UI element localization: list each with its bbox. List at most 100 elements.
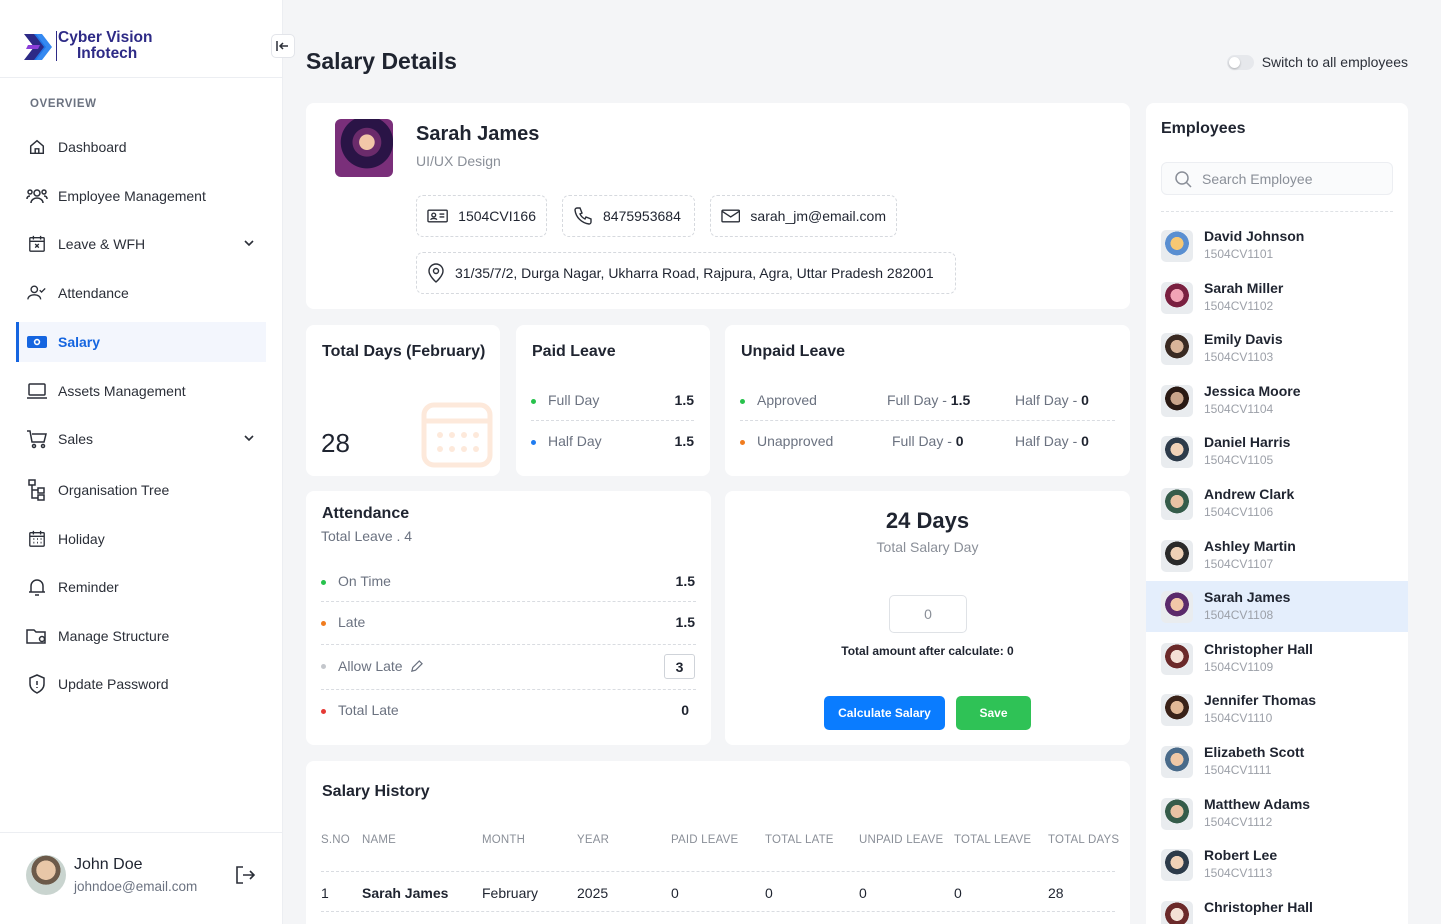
sidebar-item-sales[interactable]: Sales bbox=[16, 419, 266, 459]
edit-pencil-icon[interactable] bbox=[410, 659, 423, 673]
avatar bbox=[1161, 797, 1193, 830]
avatar bbox=[1161, 539, 1193, 572]
employee-list-item[interactable]: Jessica Moore 1504CV1104 bbox=[1146, 375, 1408, 426]
calculate-salary-button[interactable]: Calculate Salary bbox=[824, 696, 945, 730]
profile-role: UI/UX Design bbox=[416, 153, 501, 169]
on-time-label: On Time bbox=[321, 573, 391, 589]
employee-list-item[interactable]: Elizabeth Scott 1504CV1111 bbox=[1146, 736, 1408, 787]
sidebar-item-dashboard[interactable]: Dashboard bbox=[16, 127, 266, 167]
employee-list-item[interactable]: Andrew Clark 1504CV1106 bbox=[1146, 478, 1408, 529]
employee-id: 1504CV1104 bbox=[1204, 401, 1274, 416]
chevron-down-icon[interactable] bbox=[242, 431, 256, 445]
employee-list-item[interactable]: Robert Lee 1504CV1113 bbox=[1146, 839, 1408, 890]
user-profile: John Doe johndoe@email.com bbox=[0, 832, 283, 924]
employee-list-item[interactable]: Sarah Miller 1504CV1102 bbox=[1146, 272, 1408, 323]
employee-id: 1504CV1102 bbox=[1204, 298, 1274, 313]
avatar bbox=[1161, 281, 1193, 314]
switch-all-employees[interactable]: Switch to all employees bbox=[1226, 54, 1408, 70]
total-days-value: 28 bbox=[321, 428, 350, 458]
total-days-title: Total Days (February) bbox=[322, 343, 486, 360]
unpaid-leave-title: Unpaid Leave bbox=[741, 343, 846, 360]
sidebar-item-salary[interactable]: Salary bbox=[16, 322, 266, 362]
column-header: TOTAL LEAVE bbox=[954, 834, 1032, 846]
profile-photo bbox=[335, 119, 393, 177]
employee-id: 1504CV1111 bbox=[1204, 763, 1272, 777]
user-name: John Doe bbox=[74, 856, 143, 873]
salary-history-card: Salary History S.NO NAME MONTH YEAR PAID… bbox=[306, 761, 1130, 924]
late-label: Late bbox=[321, 614, 365, 630]
brand-logo[interactable]: Cyber Vision Infotech bbox=[0, 0, 282, 78]
employee-list-item[interactable]: David Johnson 1504CV1101 bbox=[1146, 220, 1408, 271]
search-employee-input[interactable]: Search Employee bbox=[1161, 162, 1393, 195]
users-icon bbox=[26, 185, 48, 207]
employee-list-item[interactable]: Matthew Adams 1504CV1112 bbox=[1146, 788, 1408, 839]
employee-list-item[interactable]: Emily Davis 1504CV1103 bbox=[1146, 323, 1408, 374]
avatar[interactable] bbox=[26, 855, 66, 895]
phone-icon bbox=[574, 207, 592, 225]
shield-icon bbox=[26, 673, 48, 695]
on-time-value: 1.5 bbox=[675, 573, 695, 589]
save-button[interactable]: Save bbox=[956, 696, 1031, 730]
sidebar-item-reminder[interactable]: Reminder bbox=[16, 567, 266, 607]
employee-list-item[interactable]: Christopher Hall bbox=[1146, 891, 1408, 924]
sidebar-item-label: Sales bbox=[58, 431, 94, 447]
sidebar-item-organisation-tree[interactable]: Organisation Tree bbox=[16, 470, 266, 510]
brand-mark-icon bbox=[24, 34, 52, 60]
chevron-down-icon[interactable] bbox=[242, 236, 256, 250]
late-value: 1.5 bbox=[675, 614, 695, 630]
sidebar-item-attendance[interactable]: Attendance bbox=[16, 273, 266, 313]
allow-late-input[interactable]: 3 bbox=[664, 654, 695, 679]
salary-calculation-card: 24 Days Total Salary Day 0 Total amount … bbox=[725, 491, 1130, 745]
user-email: johndoe@email.com bbox=[74, 879, 198, 894]
bell-icon bbox=[26, 576, 48, 598]
paid-leave-title: Paid Leave bbox=[532, 343, 616, 360]
sidebar-item-leave-wfh[interactable]: Leave & WFH bbox=[16, 224, 266, 264]
phone-chip[interactable]: 8475953684 bbox=[562, 195, 695, 237]
toggle-switch[interactable] bbox=[1226, 54, 1254, 70]
column-header: PAID LEAVE bbox=[671, 834, 739, 846]
sidebar-item-holiday[interactable]: Holiday bbox=[16, 519, 266, 559]
home-icon bbox=[26, 136, 48, 158]
employee-list-item[interactable]: Daniel Harris 1504CV1105 bbox=[1146, 426, 1408, 477]
column-header: TOTAL DAYS bbox=[1048, 834, 1120, 846]
money-icon bbox=[26, 331, 48, 353]
sidebar-item-employee-management[interactable]: Employee Management bbox=[16, 176, 266, 216]
salary-amount-input[interactable]: 0 bbox=[889, 595, 967, 633]
employee-list-item[interactable]: Jennifer Thomas 1504CV1110 bbox=[1146, 684, 1408, 735]
employee-name: Sarah Miller bbox=[1204, 279, 1284, 296]
paid-leave-card: Paid Leave Full Day 1.5 Half Day 1.5 bbox=[516, 325, 710, 476]
attendance-subtitle: Total Leave . 4 bbox=[321, 528, 413, 544]
employee-list-item[interactable]: Sarah James 1504CV1108 bbox=[1146, 581, 1408, 633]
total-late-label: Total Late bbox=[321, 702, 399, 718]
column-header: MONTH bbox=[482, 834, 526, 846]
employee-id: 1504CV1110 bbox=[1204, 711, 1273, 726]
avatar bbox=[1161, 591, 1193, 624]
sidebar-item-manage-structure[interactable]: Manage Structure bbox=[16, 616, 266, 656]
salary-days: 24 Days bbox=[885, 508, 970, 533]
collapse-sidebar-button[interactable] bbox=[271, 34, 295, 58]
attendance-title: Attendance bbox=[322, 505, 410, 522]
employee-list-item[interactable]: Ashley Martin 1504CV1107 bbox=[1146, 530, 1408, 581]
unapproved-full-day: Full Day - 0 bbox=[892, 433, 964, 449]
employee-id: 1504CV1113 bbox=[1204, 866, 1273, 881]
avatar bbox=[1161, 746, 1193, 778]
sidebar-item-update-password[interactable]: Update Password bbox=[16, 664, 266, 704]
allow-late-label: Allow Late bbox=[321, 658, 423, 674]
employee-list-item[interactable]: Christopher Hall 1504CV1109 bbox=[1146, 633, 1408, 684]
employee-id: 1504CV1101 bbox=[1204, 247, 1274, 261]
employees-title: Employees bbox=[1161, 120, 1246, 137]
sidebar-item-assets-management[interactable]: Assets Management bbox=[16, 371, 266, 411]
email-chip[interactable]: sarah_jm@email.com bbox=[710, 195, 897, 237]
employee-name: Christopher Hall bbox=[1204, 898, 1313, 915]
avatar bbox=[1161, 230, 1193, 262]
employee-name: Sarah James bbox=[1204, 589, 1291, 606]
employee-id-chip: 1504CVI166 bbox=[416, 195, 547, 237]
column-header: YEAR bbox=[577, 834, 610, 846]
column-header: S.NO bbox=[321, 834, 350, 846]
total-days-card: Total Days (February) 28 bbox=[306, 325, 500, 476]
column-header: UNPAID LEAVE bbox=[859, 834, 944, 846]
avatar bbox=[1161, 642, 1193, 675]
employee-name: Emily Davis bbox=[1204, 331, 1283, 348]
calendar-icon bbox=[26, 528, 48, 550]
logout-icon[interactable] bbox=[234, 864, 256, 886]
